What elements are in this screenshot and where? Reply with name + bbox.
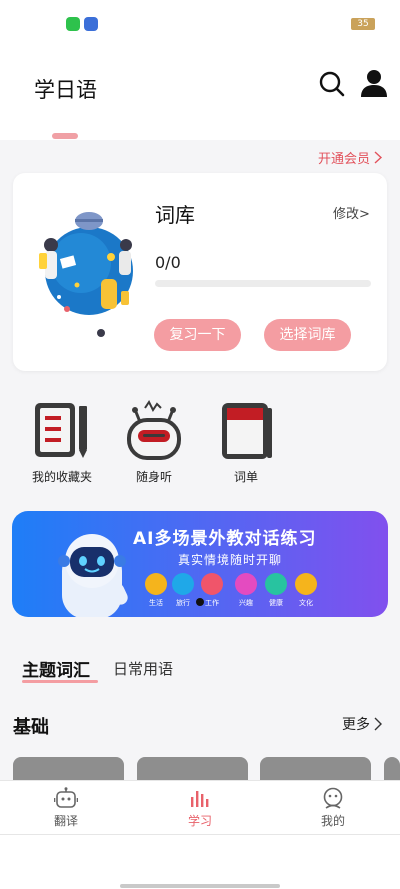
chevron-right-icon bbox=[374, 717, 382, 731]
nav-study[interactable]: 学习 bbox=[170, 787, 230, 829]
bottom-nav: 翻译 学习 我的 bbox=[0, 780, 400, 834]
heart-icon bbox=[265, 573, 287, 595]
app-notification-icon bbox=[66, 17, 80, 31]
red-book-icon bbox=[222, 403, 272, 459]
ai-banner-title: AI多场景外教对话练习 bbox=[133, 529, 317, 549]
profile-button[interactable] bbox=[360, 68, 388, 98]
nav-label: 我的 bbox=[320, 814, 345, 828]
ai-topic-hobby: 兴趣 bbox=[231, 573, 261, 608]
ai-topic-life: 生活 bbox=[141, 573, 171, 608]
ai-conversation-banner[interactable]: AI多场景外教对话练习 真实情境随时开聊 生活 旅行 工作 兴趣 健康 文化 bbox=[12, 511, 388, 617]
shortcut-label: 随身听 bbox=[135, 470, 172, 484]
ai-topic-health: 健康 bbox=[261, 573, 291, 608]
notebook-pen-icon bbox=[35, 403, 87, 458]
battery-indicator: 35 bbox=[351, 18, 375, 30]
vocab-title: 词库 bbox=[155, 203, 195, 227]
shopping-bag-icon bbox=[145, 573, 167, 595]
shortcut-label: 我的收藏夹 bbox=[31, 470, 92, 484]
ai-topic-label: 兴趣 bbox=[239, 599, 253, 607]
ai-topic-label: 文化 bbox=[299, 599, 313, 607]
briefcase-icon bbox=[201, 573, 223, 595]
vocab-edit-link[interactable]: 修改> bbox=[333, 203, 370, 222]
search-icon bbox=[319, 71, 345, 97]
nav-label: 翻译 bbox=[53, 814, 78, 828]
shortcut-favorites[interactable]: 我的收藏夹 bbox=[22, 400, 102, 485]
vocab-progress-bar bbox=[155, 280, 371, 287]
ai-topic-label: 旅行 bbox=[176, 599, 190, 607]
status-bar: 35 bbox=[0, 0, 400, 50]
bottom-safe-area bbox=[0, 834, 400, 889]
ai-banner-subtitle: 真实情境随时开聊 bbox=[178, 553, 283, 567]
ai-topic-travel: 旅行 bbox=[168, 573, 198, 608]
robot-radio-icon bbox=[127, 400, 181, 460]
tab-topic-vocab[interactable]: 主题词汇 bbox=[22, 656, 90, 681]
header-tab-indicator bbox=[52, 133, 78, 139]
home-indicator[interactable] bbox=[120, 884, 280, 888]
app-header: 学日语 bbox=[0, 50, 400, 140]
ai-topic-label: 生活 bbox=[149, 599, 163, 607]
select-vocab-button[interactable]: 选择词库 bbox=[264, 319, 351, 351]
app-title: 学日语 bbox=[34, 78, 97, 102]
review-button[interactable]: 复习一下 bbox=[154, 319, 241, 351]
vip-link[interactable]: 开通会员 bbox=[318, 148, 383, 167]
carousel-indicator bbox=[196, 598, 204, 606]
user-icon bbox=[361, 70, 387, 97]
section-title: 基础 bbox=[13, 717, 49, 738]
more-link-label: 更多 bbox=[342, 717, 370, 733]
search-button[interactable] bbox=[318, 70, 346, 98]
nav-label: 学习 bbox=[187, 814, 212, 828]
nav-mine[interactable]: 我的 bbox=[303, 787, 363, 829]
vocab-card: 词库 修改> 0/0 复习一下 选择词库 bbox=[13, 173, 387, 371]
app-notification-icon bbox=[84, 17, 98, 31]
shortcut-wordlist[interactable]: 词单 bbox=[206, 400, 286, 485]
ai-topic-culture: 文化 bbox=[291, 573, 321, 608]
face-icon bbox=[323, 787, 343, 809]
robot-icon bbox=[54, 787, 78, 808]
nav-translate[interactable]: 翻译 bbox=[36, 787, 96, 829]
active-tab-underline bbox=[22, 680, 98, 683]
vip-link-label: 开通会员 bbox=[318, 152, 371, 167]
shortcut-label: 词单 bbox=[233, 470, 258, 484]
shortcut-listen[interactable]: 随身听 bbox=[114, 400, 194, 485]
vocab-progress-text: 0/0 bbox=[155, 253, 181, 272]
gamepad-icon bbox=[235, 573, 257, 595]
study-illustration bbox=[39, 212, 133, 337]
tab-daily-phrases[interactable]: 日常用语 bbox=[113, 658, 173, 679]
temple-icon bbox=[295, 573, 317, 595]
ai-topic-label: 健康 bbox=[269, 599, 283, 607]
chart-bars-icon bbox=[191, 791, 209, 807]
chevron-right-icon bbox=[374, 151, 383, 164]
airplane-icon bbox=[172, 573, 194, 595]
more-link[interactable]: 更多 bbox=[342, 714, 382, 734]
